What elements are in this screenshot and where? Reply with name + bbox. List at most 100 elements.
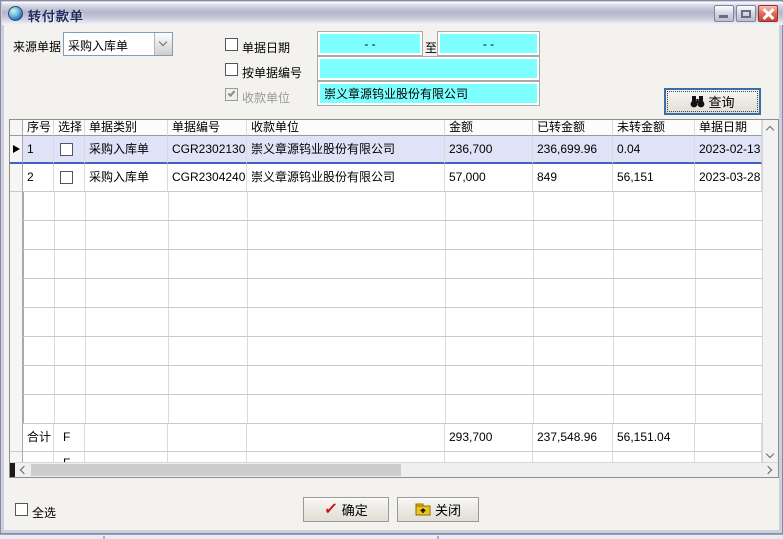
bill-no-filter-checkbox[interactable] (225, 63, 238, 76)
cell-amount: 57,000 (445, 164, 533, 192)
cell-payee: 崇义章源钨业股份有限公司 (247, 136, 445, 164)
query-button[interactable]: 查询 (664, 88, 761, 115)
date-to-wrap (437, 31, 540, 56)
date-filter-checkbox[interactable] (225, 38, 238, 51)
close-button[interactable] (758, 5, 778, 22)
source-doc-dropdown-button[interactable] (154, 33, 172, 55)
chevron-down-icon (159, 38, 167, 46)
total-row: 合计 F 293,700 237,548.96 56,151.04 (10, 424, 762, 452)
query-button-label: 查询 (708, 92, 734, 111)
cell-transferred: 236,699.96 (533, 136, 613, 164)
cell-untransferred: 56,151 (613, 164, 695, 192)
table-header-row: 序号 选择 单据类别 单据编号 收款单位 金额 已转金额 未转金额 单据日期 (10, 120, 762, 136)
vertical-scrollbar[interactable] (762, 120, 778, 464)
col-header-amount[interactable]: 金额 (445, 120, 533, 136)
binoculars-icon (690, 96, 705, 108)
date-from-input[interactable] (320, 34, 420, 53)
total-billno (168, 424, 247, 452)
bill-no-wrap (317, 56, 540, 81)
total-payee (247, 424, 445, 452)
col-header-seq[interactable]: 序号 (23, 120, 54, 136)
row-checkbox[interactable] (60, 143, 73, 156)
row-selector-cell (10, 424, 23, 452)
cell-untransferred: 0.04 (613, 136, 695, 164)
col-header-transferred[interactable]: 已转金额 (533, 120, 613, 136)
table-row[interactable]: 2 采购入库单 CGR2304240 崇义章源钨业股份有限公司 57,000 8… (10, 164, 762, 192)
red-check-icon: ✓ (323, 503, 338, 517)
close-dialog-button[interactable]: 关闭 (397, 497, 479, 522)
cell-seq: 2 (23, 164, 54, 192)
col-header-type[interactable]: 单据类别 (85, 120, 168, 136)
cell-transferred: 849 (533, 164, 613, 192)
col-header-select[interactable]: 选择 (54, 120, 85, 136)
chevron-left-icon (20, 466, 28, 474)
scroll-right-button[interactable] (762, 463, 778, 477)
col-header-untransferred[interactable]: 未转金额 (613, 120, 695, 136)
title-bar[interactable]: 转付款单 (2, 2, 783, 25)
date-to-input[interactable] (440, 34, 537, 53)
empty-rows-area (10, 192, 762, 424)
row-checkbox[interactable] (60, 171, 73, 184)
payee-input[interactable] (320, 84, 537, 103)
close-button-label: 关闭 (435, 500, 461, 519)
date-from-wrap (317, 31, 423, 56)
payee-label: 收款单位 (242, 89, 290, 106)
minimize-icon (719, 15, 728, 18)
app-globe-icon (8, 6, 23, 21)
total-flag: F (54, 424, 85, 452)
payee-checkbox (225, 88, 238, 101)
cell-payee: 崇义章源钨业股份有限公司 (247, 164, 445, 192)
cell-select (54, 164, 85, 192)
source-doc-value: 采购入库单 (68, 37, 128, 54)
total-type (85, 424, 168, 452)
chevron-right-icon (764, 466, 772, 474)
to-label: 至 (425, 39, 437, 56)
header-corner (10, 120, 23, 136)
chevron-down-icon (766, 450, 774, 458)
background-window-strip (0, 534, 783, 539)
total-label: 合计 (23, 424, 54, 452)
bill-no-input[interactable] (320, 59, 537, 78)
window-title: 转付款单 (28, 6, 84, 25)
cell-seq: 1 (23, 136, 54, 164)
horizontal-scrollbar[interactable] (10, 462, 778, 477)
horizontal-scroll-thumb[interactable] (31, 464, 401, 476)
ok-button-label: 确定 (342, 500, 368, 519)
chevron-up-icon (766, 126, 774, 134)
col-header-payee[interactable]: 收款单位 (247, 120, 445, 136)
payee-wrap (317, 81, 540, 106)
close-icon (762, 8, 775, 20)
cell-amount: 236,700 (445, 136, 533, 164)
table-content: 序号 选择 单据类别 单据编号 收款单位 金额 已转金额 未转金额 单据日期 1… (10, 120, 762, 466)
ok-button[interactable]: ✓ 确定 (303, 497, 389, 522)
row-selector-cell[interactable] (10, 136, 23, 164)
minimize-button[interactable] (714, 5, 734, 22)
total-untransferred: 56,151.04 (613, 424, 695, 452)
scroll-left-button[interactable] (15, 463, 30, 477)
current-row-arrow-icon (13, 145, 20, 153)
folder-exit-icon (415, 503, 431, 516)
check-icon (228, 89, 236, 97)
bills-table: 序号 选择 单据类别 单据编号 收款单位 金额 已转金额 未转金额 单据日期 1… (9, 119, 779, 478)
col-header-billno[interactable]: 单据编号 (168, 120, 247, 136)
select-all-checkbox[interactable] (15, 503, 28, 516)
cell-billno: CGR2302130 (168, 136, 247, 164)
cell-billno: CGR2304240 (168, 164, 247, 192)
cell-type: 采购入库单 (85, 136, 168, 164)
col-header-date[interactable]: 单据日期 (695, 120, 762, 136)
scroll-up-button[interactable] (763, 120, 778, 137)
table-row[interactable]: 1 采购入库单 CGR2302130 崇义章源钨业股份有限公司 236,700 … (10, 136, 762, 164)
cell-date: 2023-02-13 0 (695, 136, 762, 164)
total-transferred: 237,548.96 (533, 424, 613, 452)
bill-no-filter-label: 按单据编号 (242, 64, 302, 81)
row-selector-cell[interactable] (10, 164, 23, 192)
total-date (695, 424, 762, 452)
select-all-label: 全选 (32, 504, 56, 521)
cell-select (54, 136, 85, 164)
maximize-icon (741, 10, 751, 18)
screen: 转付款单 来源单据 采购入库单 单据日期 至 按单据编号 收款单位 (0, 0, 783, 539)
source-doc-label: 来源单据 (13, 38, 61, 55)
source-doc-select[interactable]: 采购入库单 (63, 32, 173, 56)
maximize-button[interactable] (736, 5, 756, 22)
date-filter-label: 单据日期 (242, 39, 290, 56)
